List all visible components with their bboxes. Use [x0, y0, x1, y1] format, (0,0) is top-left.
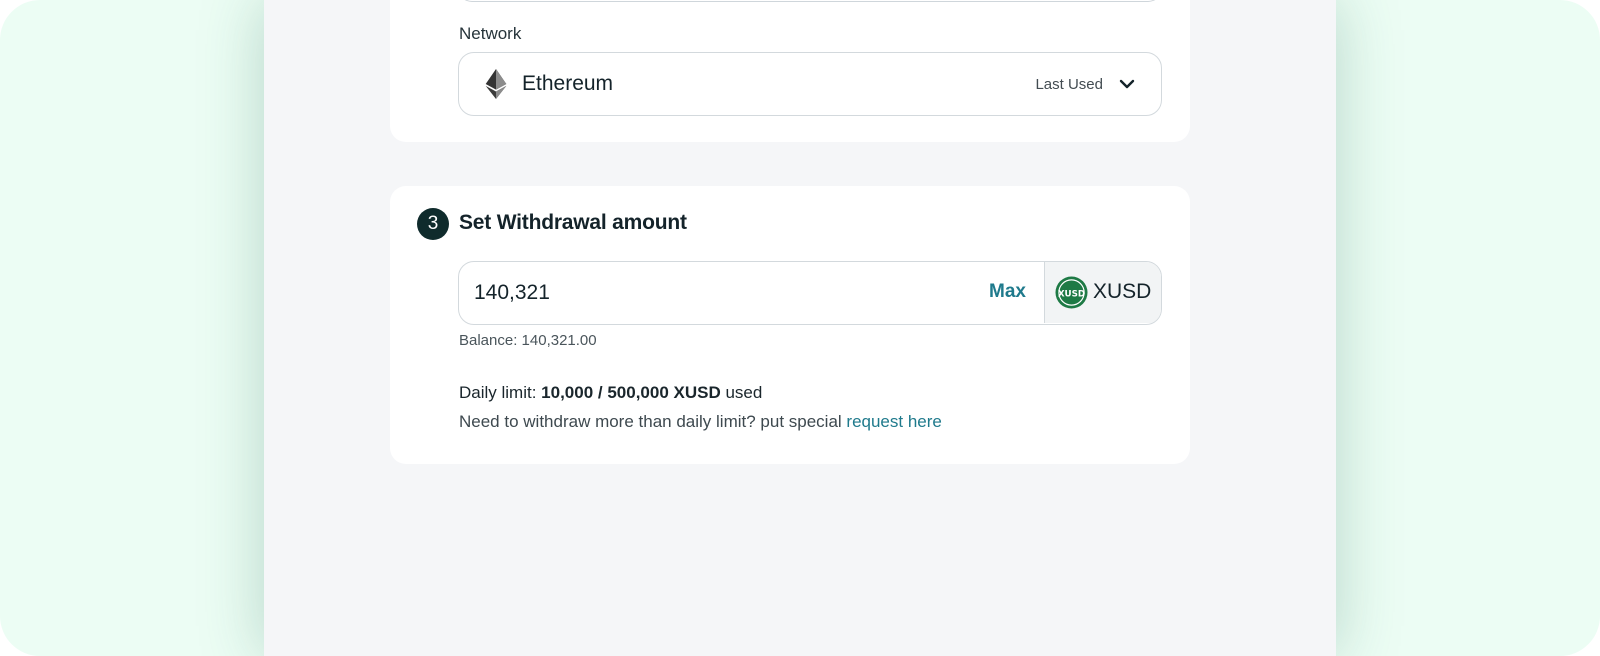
- daily-limit-separator: /: [593, 383, 608, 402]
- network-selected-value: Ethereum: [522, 72, 614, 95]
- xusd-token-icon: XUSD: [1055, 276, 1088, 309]
- request-text: Need to withdraw more than daily limit? …: [459, 412, 942, 432]
- daily-limit-total: 500,000 XUSD: [607, 383, 721, 402]
- last-used-tag: Last Used: [1035, 76, 1103, 93]
- daily-limit-used: 10,000: [541, 383, 594, 402]
- withdraw-panel: Network Ethereum Last Used 3 Set Withdra…: [264, 0, 1336, 656]
- network-select[interactable]: Ethereum Last Used: [458, 52, 1162, 116]
- network-card: Network Ethereum Last Used: [390, 0, 1190, 142]
- step-title: Set Withdrawal amount: [459, 211, 687, 234]
- xusd-icon-text: XUSD: [1058, 289, 1085, 299]
- ethereum-icon: [485, 69, 507, 99]
- network-label: Network: [459, 24, 522, 43]
- daily-limit-text: Daily limit: 10,000 / 500,000 XUSD used: [459, 383, 762, 403]
- request-here-link[interactable]: request here: [846, 412, 941, 431]
- daily-limit-suffix: used: [720, 383, 763, 402]
- chevron-down-icon[interactable]: [1117, 74, 1137, 94]
- amount-field: Max XUSD XUSD: [458, 261, 1162, 325]
- request-prefix: Need to withdraw more than daily limit? …: [459, 412, 847, 431]
- previous-field-edge: [458, 0, 1162, 2]
- app-frame: Network Ethereum Last Used 3 Set Withdra…: [0, 0, 1600, 656]
- withdrawal-amount-card: 3 Set Withdrawal amount Max XUSD XUSD Ba…: [390, 186, 1190, 464]
- max-button[interactable]: Max: [989, 281, 1026, 303]
- token-label: XUSD: [1093, 280, 1152, 303]
- balance-text: Balance: 140,321.00: [459, 332, 597, 349]
- amount-input[interactable]: [459, 262, 1044, 323]
- token-selector[interactable]: XUSD XUSD: [1044, 262, 1161, 323]
- step-badge: 3: [417, 208, 449, 240]
- daily-limit-prefix: Daily limit:: [459, 383, 542, 402]
